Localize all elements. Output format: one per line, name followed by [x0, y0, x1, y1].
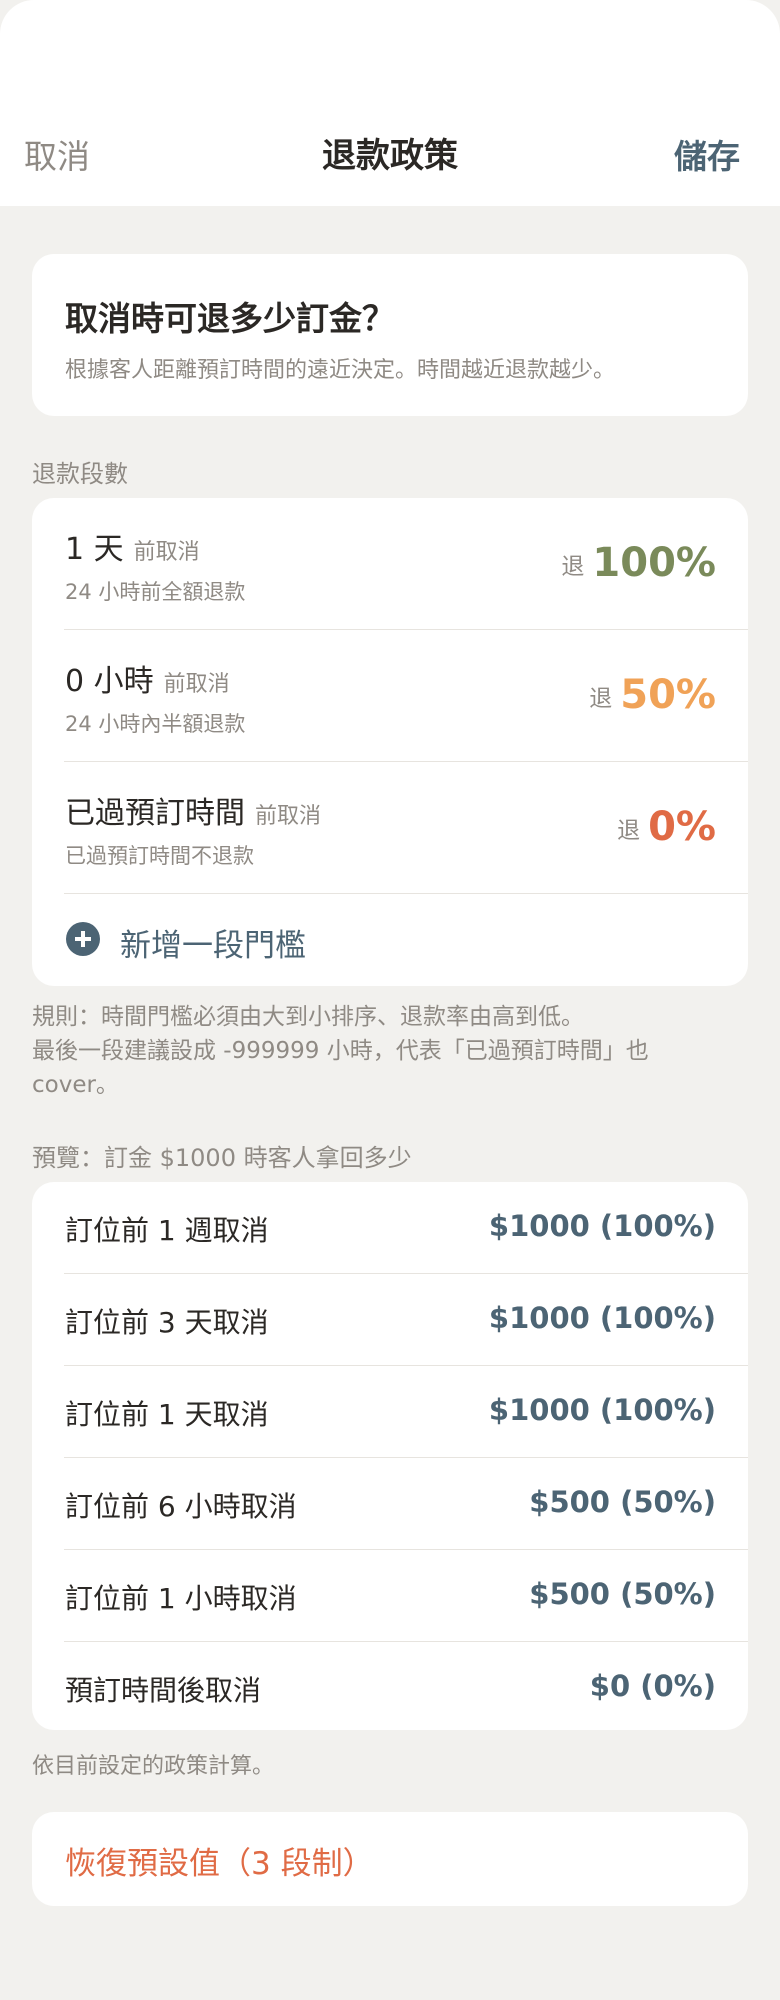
tier-cancel-suffix: 前取消	[133, 540, 200, 565]
preview-row-label: 訂位前 3 天取消	[65, 1306, 269, 1339]
preview-row-label: 預訂時間後取消	[65, 1674, 262, 1707]
reset-defaults-button[interactable]: 恢復預設值（3 段制）	[32, 1812, 748, 1906]
rule-text: 規則：時間門檻必須由大到小排序、退款率由高到低。 最後一段建議設成 -99999…	[32, 1000, 748, 1102]
preview-row-value: $1000 (100%)	[488, 1301, 716, 1335]
tier-refund-prefix: 退	[561, 554, 585, 580]
tier-threshold: 0 小時 前取消	[65, 656, 230, 700]
tier-refund-prefix: 退	[589, 686, 613, 712]
tier-cancel-suffix: 前取消	[163, 672, 230, 697]
preview-row: 訂位前 6 小時取消 $500 (50%)	[32, 1458, 748, 1550]
preview-row: 訂位前 3 天取消 $1000 (100%)	[32, 1274, 748, 1366]
preview-row-value: $500 (50%)	[529, 1577, 716, 1611]
page-title: 退款政策	[322, 136, 458, 176]
tiers-section-label: 退款段數	[32, 460, 128, 488]
tier-description: 24 小時前全額退款	[65, 580, 246, 604]
refund-tiers-card: 1 天前取消 24 小時前全額退款 退 100% 0 小時 前取消 24 小時內半額…	[32, 498, 748, 986]
reset-defaults-label: 恢復預設值（3 段制）	[65, 1846, 374, 1882]
preview-row-value: $1000 (100%)	[488, 1393, 716, 1427]
tier-row[interactable]: 0 小時 前取消 24 小時內半額退款 退 50%	[32, 630, 748, 762]
save-button[interactable]: 儲存	[674, 130, 740, 178]
tier-description: 已過預訂時間不退款	[65, 844, 254, 868]
preview-row-value: $500 (50%)	[529, 1485, 716, 1519]
tier-threshold-value: 已過預訂時間	[65, 796, 245, 831]
nav-header: 取消 退款政策 儲存	[0, 0, 780, 206]
preview-row: 訂位前 1 週取消 $1000 (100%)	[32, 1182, 748, 1274]
preview-row-label: 訂位前 1 天取消	[65, 1398, 269, 1431]
preview-row-value: $0 (0%)	[589, 1669, 716, 1703]
tier-refund: 退 50%	[589, 672, 716, 718]
rule-line: 最後一段建議設成 -999999 小時，代表「已過預訂時間」也	[32, 1038, 649, 1064]
preview-row: 訂位前 1 天取消 $1000 (100%)	[32, 1366, 748, 1458]
tier-threshold-value: 0 小時	[65, 664, 154, 699]
preview-row: 預訂時間後取消 $0 (0%)	[32, 1642, 748, 1730]
tier-description: 24 小時內半額退款	[65, 712, 246, 736]
intro-card: 取消時可退多少訂金？ 根據客人距離預訂時間的遠近決定。時間越近退款越少。	[32, 254, 748, 416]
tier-row[interactable]: 1 天前取消 24 小時前全額退款 退 100%	[32, 498, 748, 630]
tier-threshold-value: 1 天	[65, 532, 124, 567]
plus-circle-icon	[66, 922, 100, 956]
tier-threshold: 已過預訂時間 前取消	[65, 788, 321, 832]
tier-refund-prefix: 退	[617, 818, 641, 844]
preview-note: 依目前設定的政策計算。	[32, 1754, 275, 1779]
preview-section-label: 預覽：訂金 $1000 時客人拿回多少	[32, 1144, 412, 1172]
intro-title: 取消時可退多少訂金？	[65, 299, 395, 338]
preview-row: 訂位前 1 小時取消 $500 (50%)	[32, 1550, 748, 1642]
preview-row-label: 訂位前 6 小時取消	[65, 1490, 297, 1523]
preview-row-label: 訂位前 1 小時取消	[65, 1582, 297, 1615]
tier-refund-value: 100%	[592, 540, 716, 586]
preview-row-value: $1000 (100%)	[488, 1209, 716, 1243]
tier-threshold: 1 天前取消	[65, 524, 200, 568]
tier-refund-value: 0%	[648, 804, 716, 850]
rule-line: cover。	[32, 1072, 119, 1098]
tier-refund-value: 50%	[620, 672, 716, 718]
tier-row[interactable]: 已過預訂時間 前取消 已過預訂時間不退款 退 0%	[32, 762, 748, 894]
add-threshold-label: 新增一段門檻	[120, 928, 306, 964]
add-threshold-button[interactable]: 新增一段門檻	[32, 894, 748, 986]
tier-refund: 退 100%	[561, 540, 716, 586]
rule-line: 規則：時間門檻必須由大到小排序、退款率由高到低。	[32, 1004, 584, 1030]
tier-refund: 退 0%	[617, 804, 716, 850]
intro-subtitle: 根據客人距離預訂時間的遠近決定。時間越近退款越少。	[65, 358, 616, 383]
tier-cancel-suffix: 前取消	[255, 804, 322, 829]
preview-card: 訂位前 1 週取消 $1000 (100%) 訂位前 3 天取消 $1000 (…	[32, 1182, 748, 1730]
preview-row-label: 訂位前 1 週取消	[65, 1214, 269, 1247]
